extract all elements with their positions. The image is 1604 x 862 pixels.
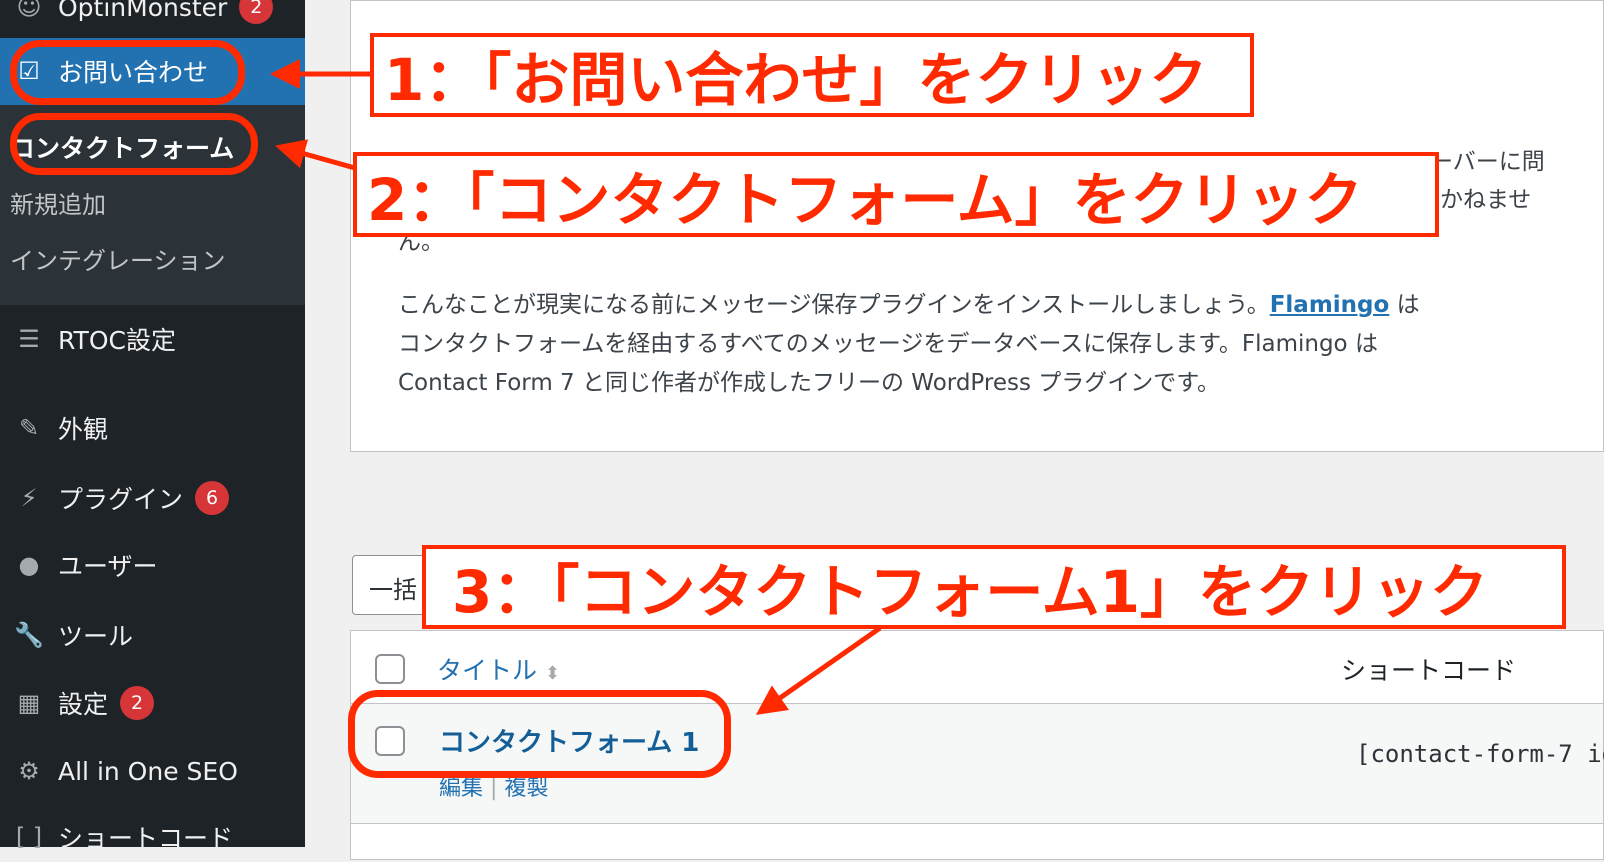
arrow-3 [755,625,882,715]
annotation-arrows [270,59,882,715]
arrow-2 [275,139,356,171]
